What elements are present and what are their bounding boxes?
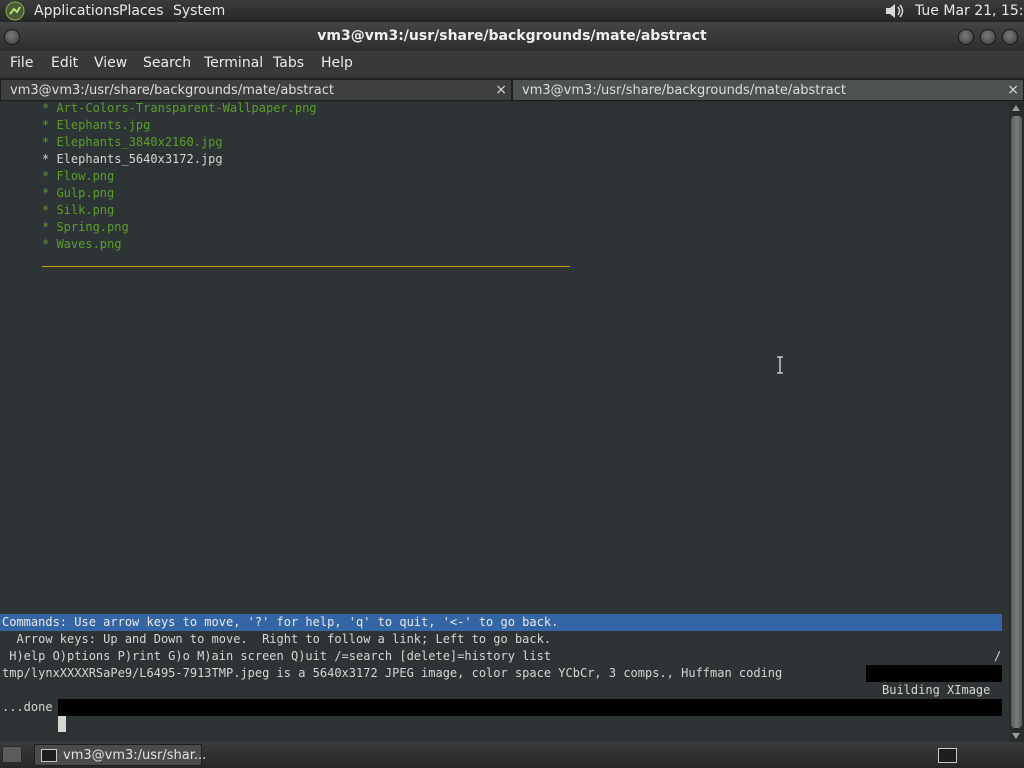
menu-system[interactable]: System	[173, 2, 225, 20]
menu-terminal[interactable]: Terminal	[204, 55, 263, 71]
menu-places[interactable]: Places	[119, 2, 164, 20]
top-panel: Applications Places System Tue Mar 21, 1…	[0, 0, 1024, 22]
file-link-4[interactable]: * Flow.png	[42, 168, 114, 185]
help-line-2: H)elp O)ptions P)rint G)o M)ain screen Q…	[2, 649, 552, 663]
done-line: ...done	[2, 700, 53, 714]
menu-applications[interactable]: Applications	[34, 2, 120, 20]
terminal-icon	[41, 749, 57, 762]
menu-view[interactable]: View	[94, 55, 127, 71]
window-title: vm3@vm3:/usr/share/backgrounds/mate/abst…	[317, 28, 707, 44]
menubar: File Edit View Search Terminal Tabs Help	[0, 51, 1024, 77]
ibeam-cursor-icon	[777, 356, 783, 374]
terminal-scrollbar[interactable]	[1009, 102, 1024, 742]
tab-2-close-icon[interactable]: ×	[1007, 82, 1019, 98]
file-link-3-selected[interactable]: * Elephants_5640x3172.jpg	[42, 151, 223, 168]
slash-indicator: /	[994, 649, 1002, 663]
mate-logo-icon[interactable]	[5, 1, 25, 21]
tab-1-close-icon[interactable]: ×	[495, 82, 507, 98]
file-link-5[interactable]: * Gulp.png	[42, 185, 114, 202]
menu-edit[interactable]: Edit	[51, 55, 78, 71]
terminal-area[interactable]: * Art-Colors-Transparent-Wallpaper.png *…	[0, 100, 1009, 742]
menu-search[interactable]: Search	[143, 55, 191, 71]
window-titlebar[interactable]: vm3@vm3:/usr/share/backgrounds/mate/abst…	[0, 22, 1024, 51]
text-cursor	[58, 716, 66, 732]
info-line: tmp/lynxXXXXRSaPe9/L6495-7913TMP.jpeg is…	[2, 666, 783, 680]
building-ximage: Building XImage	[882, 683, 991, 697]
file-link-8[interactable]: * Waves.png	[42, 236, 121, 253]
horizontal-rule	[42, 266, 570, 267]
status-line: Commands: Use arrow keys to move, '?' fo…	[2, 615, 559, 629]
tab-1-label: vm3@vm3:/usr/share/backgrounds/mate/abst…	[10, 83, 334, 98]
scroll-up-icon[interactable]	[1012, 105, 1020, 111]
file-link-7[interactable]: * Spring.png	[42, 219, 129, 236]
tab-2-label: vm3@vm3:/usr/share/backgrounds/mate/abst…	[522, 83, 846, 98]
workspace-switcher-icon[interactable]	[938, 748, 957, 763]
black-fill-2	[58, 699, 1002, 716]
scroll-thumb[interactable]	[1011, 116, 1022, 728]
clock[interactable]: Tue Mar 21, 15:21	[915, 2, 1024, 20]
help-line-1: Arrow keys: Up and Down to move. Right t…	[2, 632, 552, 646]
file-link-6[interactable]: * Silk.png	[42, 202, 114, 219]
black-fill-1	[866, 665, 1002, 682]
tab-2[interactable]: vm3@vm3:/usr/share/backgrounds/mate/abst…	[512, 79, 1024, 101]
show-desktop-icon[interactable]	[2, 746, 22, 763]
maximize-button[interactable]	[980, 29, 996, 45]
menu-file[interactable]: File	[10, 55, 33, 71]
file-link-0[interactable]: * Art-Colors-Transparent-Wallpaper.png	[42, 100, 317, 117]
minimize-button[interactable]	[958, 29, 974, 45]
file-link-2[interactable]: * Elephants_3840x2160.jpg	[42, 134, 223, 151]
file-link-1[interactable]: * Elephants.jpg	[42, 117, 150, 134]
close-window-button[interactable]	[1002, 29, 1018, 45]
menu-help[interactable]: Help	[321, 55, 353, 71]
taskbar-terminal-button[interactable]: vm3@vm3:/usr/shar...	[34, 744, 206, 766]
menu-tabs[interactable]: Tabs	[273, 55, 304, 71]
speaker-icon[interactable]	[884, 2, 906, 20]
tab-bar: vm3@vm3:/usr/share/backgrounds/mate/abst…	[0, 77, 1024, 102]
taskbar-label: vm3@vm3:/usr/shar...	[63, 748, 207, 763]
tab-1[interactable]: vm3@vm3:/usr/share/backgrounds/mate/abst…	[0, 79, 512, 101]
bottom-panel: vm3@vm3:/usr/shar...	[0, 742, 1024, 768]
scroll-down-icon[interactable]	[1012, 733, 1020, 739]
